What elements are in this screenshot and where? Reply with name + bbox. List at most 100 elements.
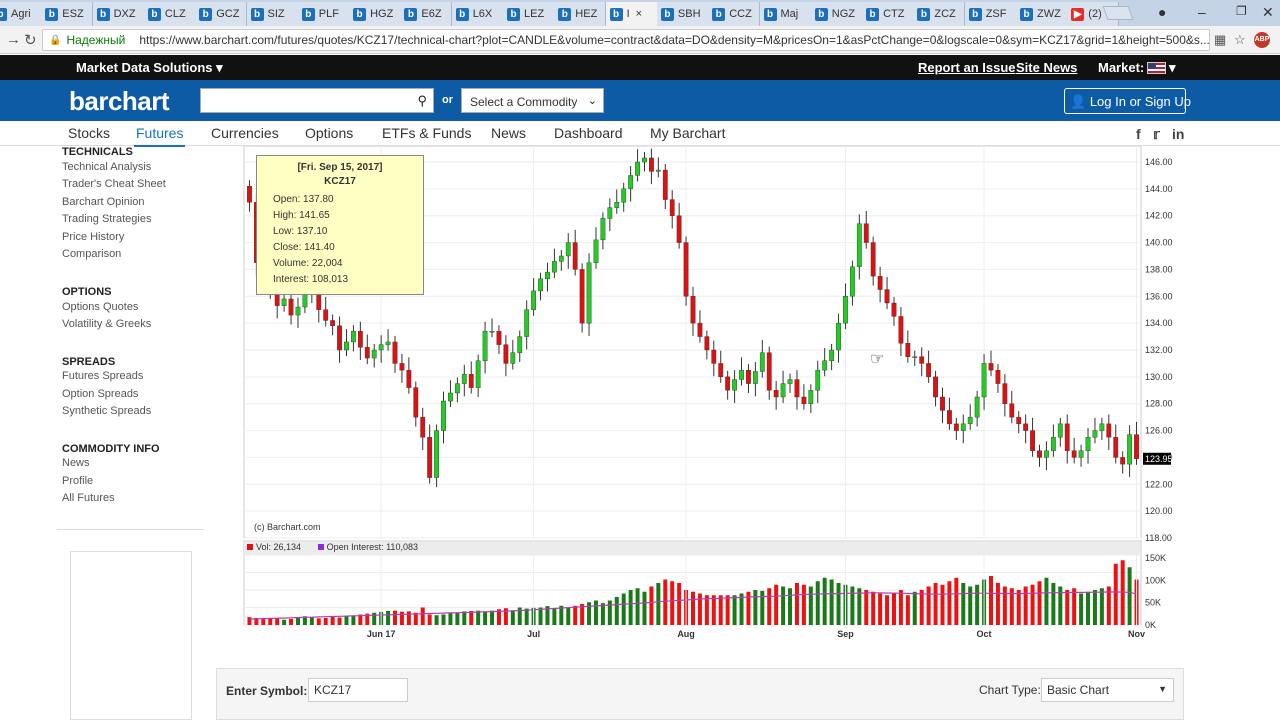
link-option-spreads[interactable]: Option Spreads bbox=[62, 388, 138, 400]
search-icon[interactable]: ⚲ bbox=[417, 93, 427, 109]
browser-tab[interactable]: b ZWZ bbox=[1016, 2, 1068, 26]
linkedin-icon[interactable]: in bbox=[1172, 126, 1184, 142]
candle-body bbox=[357, 330, 363, 348]
candle-body bbox=[1002, 383, 1008, 404]
link-barchart-opinion[interactable]: Barchart Opinion bbox=[62, 196, 145, 208]
nav-dashboard[interactable]: Dashboard bbox=[554, 125, 623, 141]
url-text[interactable]: https://www.barchart.com/futures/quotes/… bbox=[139, 33, 1209, 47]
link-comparison[interactable]: Comparison bbox=[62, 248, 121, 260]
candle-body bbox=[551, 261, 557, 273]
browser-tab[interactable]: b CCZ bbox=[708, 2, 761, 26]
browser-tab[interactable]: b SIZ bbox=[246, 2, 299, 26]
volume-bar bbox=[1127, 567, 1132, 625]
link-volatility-greeks[interactable]: Volatility & Greeks bbox=[62, 318, 151, 330]
browser-tab[interactable]: b CLZ bbox=[143, 2, 196, 26]
barchart-logo[interactable]: barchart bbox=[69, 86, 170, 117]
link-profile[interactable]: Profile bbox=[62, 475, 93, 487]
browser-tab[interactable]: b L6X bbox=[451, 2, 504, 26]
site-news-link[interactable]: Site News bbox=[1016, 60, 1077, 75]
volume-bar bbox=[801, 584, 806, 625]
link-options-quotes[interactable]: Options Quotes bbox=[62, 301, 138, 313]
us-flag-icon[interactable] bbox=[1147, 62, 1166, 74]
browser-tab[interactable]: b NGZ bbox=[810, 2, 863, 26]
link-trading-strategies[interactable]: Trading Strategies bbox=[62, 213, 151, 225]
bookmark-star-icon[interactable]: ☆ bbox=[1234, 32, 1246, 48]
browser-tab[interactable]: b CTZ bbox=[862, 2, 915, 26]
link-price-history[interactable]: Price History bbox=[62, 231, 124, 243]
browser-tab[interactable]: b SBH bbox=[656, 2, 709, 26]
browser-tab-label: HGZ bbox=[370, 8, 394, 20]
barchart-favicon-icon: b bbox=[968, 7, 982, 21]
price-tick-label: 118.00 bbox=[1145, 533, 1172, 543]
volume-legend-label: Vol: 26,134 bbox=[256, 542, 302, 552]
browser-tab[interactable]: b E6Z bbox=[400, 2, 453, 26]
candle-body bbox=[593, 239, 599, 263]
nav-stocks[interactable]: Stocks bbox=[68, 125, 110, 141]
candle-body bbox=[330, 320, 336, 327]
nav-etfs-funds[interactable]: ETFs & Funds bbox=[382, 125, 471, 141]
link-news[interactable]: News bbox=[62, 457, 90, 469]
candle-body bbox=[669, 199, 675, 216]
commodity-select[interactable]: Select a Commodity ⌄ bbox=[461, 88, 604, 113]
nav-futures[interactable]: Futures bbox=[133, 125, 186, 147]
browser-tab[interactable]: b HGZ bbox=[349, 2, 402, 26]
browser-tab[interactable]: b ZCZ bbox=[913, 2, 966, 26]
link-traders-cheat-sheet[interactable]: Trader's Cheat Sheet bbox=[62, 178, 166, 190]
browser-tab[interactable]: b PLF bbox=[297, 2, 350, 26]
volume-bar bbox=[289, 618, 294, 625]
twitter-icon[interactable]: 𝕣 bbox=[1153, 126, 1160, 143]
browser-tab[interactable]: b ESZ bbox=[41, 2, 94, 26]
candle-body bbox=[482, 330, 488, 361]
link-all-futures[interactable]: All Futures bbox=[62, 492, 115, 504]
browser-tab[interactable]: b I × bbox=[605, 2, 658, 26]
candle-body bbox=[856, 223, 862, 267]
new-tab-button[interactable] bbox=[1102, 6, 1134, 20]
price-tick-label: 146.00 bbox=[1145, 157, 1173, 167]
browser-tab[interactable]: b HEZ bbox=[554, 2, 607, 26]
candle-body bbox=[1037, 450, 1042, 458]
link-futures-spreads[interactable]: Futures Spreads bbox=[62, 370, 143, 382]
link-synthetic-spreads[interactable]: Synthetic Spreads bbox=[62, 405, 151, 417]
forward-icon[interactable]: → bbox=[6, 31, 21, 48]
report-issue-link[interactable]: Report an Issue bbox=[918, 60, 1016, 75]
candle-body bbox=[995, 369, 1001, 384]
profile-icon[interactable]: ● bbox=[1158, 4, 1166, 20]
close-window-icon[interactable]: ✕ bbox=[1262, 4, 1274, 21]
reload-icon[interactable]: ↻ bbox=[24, 31, 37, 49]
nav-options[interactable]: Options bbox=[305, 125, 353, 141]
barchart-favicon-icon: b bbox=[96, 7, 110, 21]
candle-body bbox=[448, 392, 453, 402]
market-chevron-icon[interactable]: ▾ bbox=[1169, 60, 1176, 76]
minimize-icon[interactable]: – bbox=[1198, 4, 1206, 20]
chart-type-select[interactable]: Basic Chart ▼ bbox=[1041, 678, 1174, 702]
candle-body bbox=[808, 390, 814, 404]
url-omnibox[interactable]: 🔒 Надежный https://www.barchart.com/futu… bbox=[42, 29, 1210, 51]
chevron-down-icon: ▾ bbox=[216, 60, 223, 75]
browser-tab[interactable]: b LEZ bbox=[503, 2, 555, 26]
symbol-search-input[interactable]: ⚲ bbox=[200, 88, 434, 113]
adblock-icon[interactable]: ABP bbox=[1254, 32, 1270, 48]
browser-tab[interactable]: b ZSF bbox=[964, 2, 1017, 26]
translate-icon[interactable]: ▦ bbox=[1214, 32, 1226, 48]
candle-body bbox=[288, 298, 294, 316]
nav-my-barchart[interactable]: My Barchart bbox=[650, 125, 725, 141]
volume-legend: Vol: 26,134 Open Interest: 110,083 bbox=[244, 542, 1140, 555]
browser-tab[interactable]: b DXZ bbox=[92, 2, 145, 26]
browser-tab[interactable]: b GCZ bbox=[195, 2, 248, 26]
maximize-icon[interactable]: ❐ bbox=[1236, 4, 1247, 18]
close-tab-icon[interactable]: × bbox=[636, 8, 642, 20]
browser-tab[interactable]: b Maj bbox=[759, 2, 812, 26]
link-technical-analysis[interactable]: Technical Analysis bbox=[62, 161, 151, 173]
nav-news[interactable]: News bbox=[491, 125, 526, 141]
candle-body bbox=[711, 349, 717, 364]
facebook-icon[interactable]: f bbox=[1136, 126, 1141, 142]
nav-currencies[interactable]: Currencies bbox=[211, 125, 279, 141]
price-tick-label: 132.00 bbox=[1145, 345, 1173, 355]
browser-tab[interactable]: b Agri bbox=[0, 2, 42, 26]
candle-body bbox=[628, 175, 634, 190]
login-signup-button[interactable]: 👤 Log In or Sign Up bbox=[1064, 88, 1191, 114]
ad-placeholder bbox=[70, 551, 192, 720]
market-data-solutions-menu[interactable]: Market Data Solutions ▾ bbox=[76, 60, 223, 76]
browser-tab-label: CTZ bbox=[883, 8, 905, 20]
symbol-input[interactable]: KCZ17 bbox=[308, 678, 408, 702]
